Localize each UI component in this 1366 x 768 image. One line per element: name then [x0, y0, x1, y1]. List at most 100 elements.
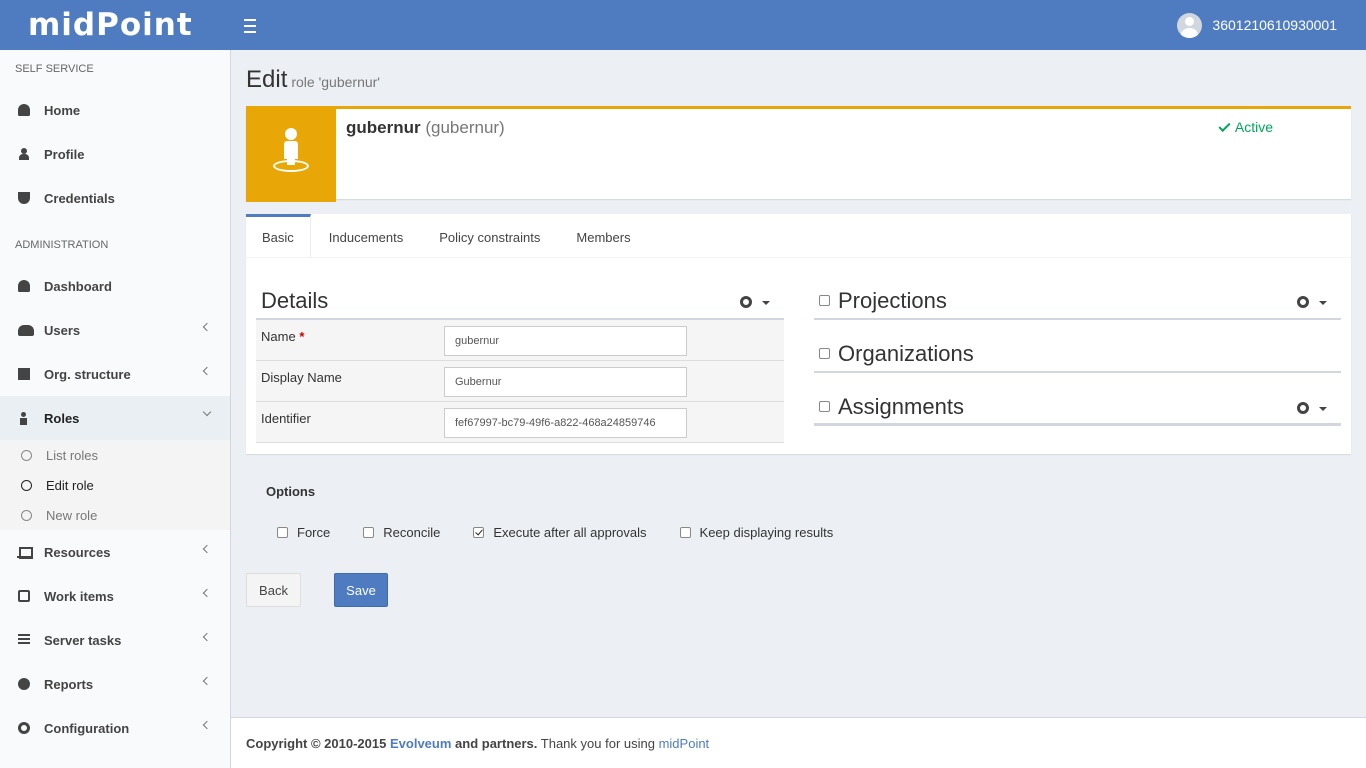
- option-force[interactable]: Force: [277, 525, 330, 540]
- users-icon: [18, 324, 34, 336]
- force-checkbox[interactable]: [277, 527, 288, 538]
- sidebar-item-roles[interactable]: Roles: [0, 396, 230, 440]
- footer-thanks: Thank you for using: [540, 736, 655, 751]
- option-label: Force: [297, 525, 331, 540]
- role-name-detail: (gubernur): [425, 118, 505, 137]
- role-name-text: gubernur: [346, 118, 421, 137]
- avatar: [1177, 12, 1203, 38]
- gear-icon: [740, 296, 752, 308]
- sidebar-item-users[interactable]: Users: [0, 308, 230, 352]
- circle-icon: [21, 509, 32, 521]
- projections-settings-dropdown[interactable]: [1297, 295, 1327, 309]
- chevron-left-icon: [202, 676, 212, 686]
- page-title-text: Edit: [246, 66, 288, 93]
- sidebar-item-reports[interactable]: Reports: [0, 662, 230, 706]
- sidebar-item-home[interactable]: Home: [0, 88, 230, 132]
- back-button[interactable]: Back: [246, 573, 301, 607]
- tab-inducements[interactable]: Inducements: [311, 214, 421, 258]
- tab-container: Basic Inducements Policy constraints Mem…: [246, 214, 1351, 454]
- footer-partners: and partners.: [455, 736, 538, 751]
- gear-icon: [1297, 296, 1309, 308]
- reconcile-checkbox[interactable]: [363, 527, 375, 538]
- sidebar-item-new-role[interactable]: New role: [0, 500, 230, 530]
- administration-header: ADMINISTRATION: [15, 239, 109, 251]
- field-label: Name *: [261, 329, 305, 344]
- tab-members[interactable]: Members: [558, 214, 648, 258]
- circle-icon: [21, 449, 32, 461]
- sidebar-item-work-items[interactable]: Work items: [0, 574, 230, 618]
- page-title: Edit role 'gubernur': [246, 66, 380, 94]
- main-content: Edit role 'gubernur' gubernur (gubernur) …: [231, 50, 1366, 717]
- projections-checkbox[interactable]: [819, 294, 830, 306]
- option-execute-after-approvals[interactable]: Execute after all approvals: [473, 525, 647, 540]
- sidebar-item-label: Server tasks: [44, 632, 122, 648]
- sidebar-item-profile[interactable]: Profile: [0, 132, 230, 176]
- tab-basic[interactable]: Basic: [246, 214, 311, 258]
- chevron-left-icon: [202, 588, 212, 598]
- display-name-field[interactable]: [444, 367, 687, 397]
- sidebar-item-label: Work items: [44, 588, 114, 604]
- field-row-identifier: Identifier: [256, 402, 784, 443]
- assignments-checkbox[interactable]: [819, 400, 830, 412]
- sidebar-item-resources[interactable]: Resources: [0, 530, 230, 574]
- execute-after-approvals-checkbox[interactable]: [473, 527, 485, 538]
- sidebar-toggle-icon[interactable]: [244, 14, 260, 36]
- option-reconcile[interactable]: Reconcile: [363, 525, 440, 540]
- projections-title: Projections: [838, 288, 947, 313]
- assignments-settings-dropdown[interactable]: [1297, 401, 1327, 415]
- sidebar-item-configuration[interactable]: Configuration: [0, 706, 230, 750]
- sidebar-item-credentials[interactable]: Credentials: [0, 176, 230, 220]
- sidebar-item-label: Home: [44, 102, 81, 118]
- keep-displaying-results-checkbox[interactable]: [679, 527, 691, 538]
- assignments-title: Assignments: [838, 394, 964, 419]
- sidebar-item-label: Dashboard: [44, 278, 112, 294]
- building-icon: [18, 368, 30, 380]
- user-menu[interactable]: 3601210610930001: [1177, 12, 1337, 38]
- caret-down-icon: [1319, 407, 1327, 411]
- username: 3601210610930001: [1212, 17, 1337, 33]
- sidebar-item-server-tasks[interactable]: Server tasks: [0, 618, 230, 662]
- tab-policy-constraints[interactable]: Policy constraints: [421, 214, 558, 258]
- midpoint-link[interactable]: midPoint: [659, 736, 710, 751]
- evolveum-link[interactable]: Evolveum: [390, 736, 451, 751]
- projections-header: Projections: [814, 286, 1341, 320]
- identifier-field[interactable]: [444, 408, 687, 438]
- sidebar-item-label: Profile: [44, 146, 85, 162]
- field-row-display-name: Display Name: [256, 361, 784, 402]
- chevron-down-icon: [202, 407, 212, 417]
- organizations-title: Organizations: [838, 341, 974, 366]
- sidebar-item-org-structure[interactable]: Org. structure: [0, 352, 230, 396]
- sidebar-item-edit-role[interactable]: Edit role: [0, 470, 230, 500]
- dashboard-icon: [18, 280, 30, 292]
- chevron-left-icon: [202, 366, 212, 376]
- required-marker: *: [299, 329, 305, 344]
- footer-copyright: Copyright © 2010-2015: [246, 736, 387, 751]
- sidebar-item-label: Credentials: [44, 190, 115, 206]
- field-row-name: Name *: [256, 320, 784, 361]
- sidebar-item-label: Resources: [44, 544, 111, 560]
- assignments-header: Assignments: [814, 392, 1341, 426]
- self-service-header: SELF SERVICE: [15, 63, 94, 75]
- name-field[interactable]: [444, 326, 687, 356]
- option-keep-displaying-results[interactable]: Keep displaying results: [679, 525, 833, 540]
- organizations-checkbox[interactable]: [819, 347, 830, 359]
- caret-down-icon: [1319, 301, 1327, 305]
- chevron-left-icon: [202, 720, 212, 730]
- sidebar-item-label: Users: [44, 322, 81, 338]
- options-list: Force Reconcile Execute after all approv…: [277, 525, 866, 540]
- sidebar-item-label: New role: [46, 507, 98, 523]
- save-button[interactable]: Save: [334, 573, 388, 607]
- option-label: Reconcile: [383, 525, 441, 540]
- page-subtitle: role 'gubernur': [291, 74, 380, 90]
- sidebar-item-dashboard[interactable]: Dashboard: [0, 264, 230, 308]
- shield-icon: [18, 192, 30, 204]
- status-badge: Active: [1218, 119, 1273, 135]
- sidebar-item-list-roles[interactable]: List roles: [0, 440, 230, 470]
- role-name: gubernur (gubernur): [346, 118, 505, 138]
- options-title: Options: [266, 484, 316, 499]
- midpoint-logo[interactable]: midPoint: [0, 0, 230, 50]
- chevron-left-icon: [202, 544, 212, 554]
- circle-icon: [21, 479, 32, 491]
- details-settings-dropdown[interactable]: [740, 295, 770, 309]
- tasks-icon: [18, 634, 30, 646]
